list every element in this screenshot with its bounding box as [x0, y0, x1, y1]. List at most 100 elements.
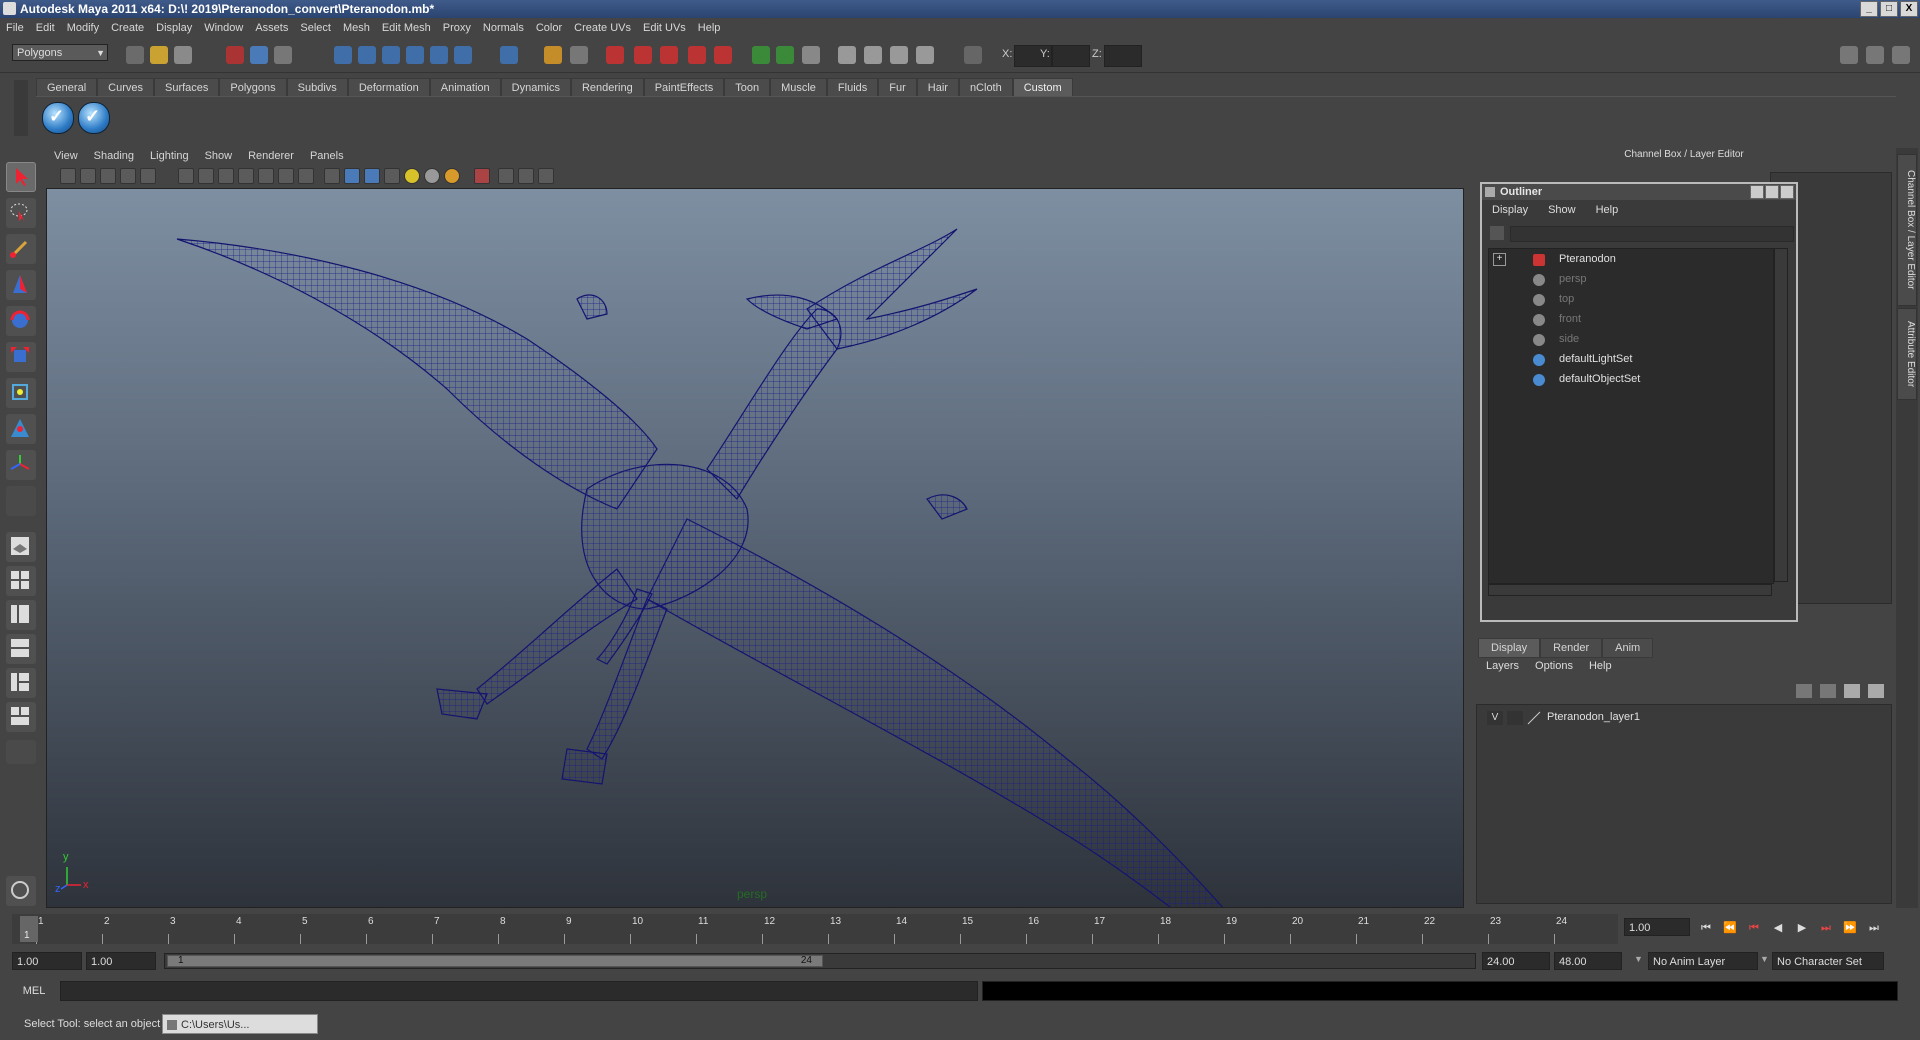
go-to-end-icon[interactable]: ⏭ [1866, 920, 1882, 936]
playback-start-field[interactable]: 1.00 [86, 952, 156, 970]
snap-curve-icon[interactable] [358, 46, 376, 64]
menu-file[interactable]: File [0, 22, 30, 34]
lock-icon[interactable] [544, 46, 562, 64]
menu-mesh[interactable]: Mesh [337, 22, 376, 34]
resolution-gate-icon[interactable] [218, 168, 234, 184]
menu-window[interactable]: Window [198, 22, 249, 34]
shelf-tab-dynamics[interactable]: Dynamics [500, 78, 571, 97]
shelf-tab-toon[interactable]: Toon [724, 78, 771, 97]
universal-manipulator-tool[interactable] [6, 378, 36, 408]
maximize-button[interactable]: □ [1880, 1, 1898, 17]
chevron-down-icon[interactable]: ▼ [1760, 954, 1769, 964]
menu-create-uvs[interactable]: Create UVs [568, 22, 637, 34]
snap-magnet-view-icon[interactable] [688, 46, 706, 64]
panel-menu-lighting[interactable]: Lighting [142, 150, 197, 162]
layer-tab-display[interactable]: Display [1478, 638, 1541, 658]
outliner-close-button[interactable] [1780, 185, 1794, 199]
isolate-select-icon[interactable] [474, 168, 490, 184]
textured-icon[interactable] [384, 168, 400, 184]
snap-plane-icon[interactable] [406, 46, 424, 64]
panel-menu-renderer[interactable]: Renderer [240, 150, 302, 162]
outliner-vertical-scrollbar[interactable] [1774, 248, 1788, 582]
shelf-tab-general[interactable]: General [36, 78, 98, 97]
side-tab-attribute-editor[interactable]: Attribute Editor [1897, 308, 1917, 400]
layer-tab-render[interactable]: Render [1540, 638, 1603, 658]
shelf-tab-subdivs[interactable]: Subdivs [286, 78, 348, 97]
anim-layer-dropdown[interactable]: No Anim Layer [1648, 952, 1758, 970]
step-back-frame-icon[interactable]: ⏪ [1722, 920, 1738, 936]
shelf-tab-hair[interactable]: Hair [916, 78, 959, 97]
layer-tab-anim[interactable]: Anim [1602, 638, 1654, 658]
wireframe-icon[interactable] [324, 168, 340, 184]
open-scene-icon[interactable] [150, 46, 168, 64]
camera-select-icon[interactable] [60, 168, 76, 184]
snap-magnet-live-icon[interactable] [714, 46, 732, 64]
layer-row[interactable]: V Pteranodon_layer1 [1477, 709, 1891, 727]
menu-select[interactable]: Select [294, 22, 337, 34]
menu-set-dropdown[interactable]: Polygons ▼ [12, 44, 108, 61]
custom-check-button-2[interactable]: ✓ [78, 102, 110, 134]
menu-modify[interactable]: Modify [61, 22, 105, 34]
layout-hypershade-outliner[interactable] [6, 668, 36, 698]
soft-modification-tool[interactable] [6, 414, 36, 444]
character-set-dropdown[interactable]: No Character Set [1772, 952, 1884, 970]
select-hierarchy-icon[interactable] [226, 46, 244, 64]
scale-tool[interactable] [6, 342, 36, 372]
menu-proxy[interactable]: Proxy [437, 22, 477, 34]
range-slider-thumb[interactable]: 1 24 [167, 955, 823, 967]
select-component-icon[interactable] [274, 46, 292, 64]
last-tool-slot[interactable] [6, 486, 36, 516]
image-plane-icon[interactable] [120, 168, 136, 184]
use-all-lights-icon[interactable] [404, 168, 420, 184]
shelf-tab-fur[interactable]: Fur [878, 78, 917, 97]
layout-persp-trax[interactable] [6, 702, 36, 732]
outliner-item-front[interactable]: front [1489, 311, 1773, 329]
panel-menu-shading[interactable]: Shading [86, 150, 142, 162]
side-tab-channel-box[interactable]: Channel Box / Layer Editor [1897, 154, 1917, 306]
layout-single-perspective[interactable] [6, 532, 36, 562]
ipr-render-icon[interactable] [776, 46, 794, 64]
layer-menu-layers[interactable]: Layers [1478, 660, 1527, 676]
menu-assets[interactable]: Assets [249, 22, 294, 34]
animation-start-field[interactable]: 1.00 [12, 952, 82, 970]
current-time-marker[interactable]: 1 [20, 916, 38, 942]
shelf-tab-curves[interactable]: Curves [97, 78, 154, 97]
shelf-tab-animation[interactable]: Animation [429, 78, 501, 97]
show-manipulator-tool[interactable] [6, 450, 36, 480]
magnet-icon[interactable] [606, 46, 624, 64]
script-language-button[interactable]: MEL [12, 980, 56, 1002]
xray-components-icon[interactable] [538, 168, 554, 184]
outliner-item-side[interactable]: side [1489, 331, 1773, 349]
gate-mask-icon[interactable] [238, 168, 254, 184]
shelf-tab-custom[interactable]: Custom [1012, 78, 1073, 97]
field-chart-icon[interactable] [258, 168, 274, 184]
current-frame-field[interactable]: 1.00 [1624, 918, 1690, 936]
minimized-window-tab[interactable]: C:\Users\Us... [162, 1014, 318, 1034]
shadows-icon[interactable] [424, 168, 440, 184]
snap-point-icon[interactable] [382, 46, 400, 64]
time-slider[interactable]: 1 2 3 4 5 6 7 8 9 10 11 12 13 14 15 16 17 18 19 20 21 22 23 24 … [12, 914, 1618, 944]
step-forward-frame-icon[interactable]: ⏩ [1842, 920, 1858, 936]
shelf-tab-fluids[interactable]: Fluids [826, 78, 879, 97]
select-tool[interactable] [6, 162, 36, 192]
shelf-tab-painteffects[interactable]: PaintEffects [643, 78, 725, 97]
move-layer-down-icon[interactable] [1820, 684, 1836, 698]
shelf-tab-rendering[interactable]: Rendering [570, 78, 644, 97]
quick-layout-icon[interactable] [6, 876, 36, 906]
outliner-maximize-button[interactable] [1765, 185, 1779, 199]
input-output-icon[interactable] [570, 46, 588, 64]
safe-action-icon[interactable] [278, 168, 294, 184]
outliner-item-top[interactable]: top [1489, 291, 1773, 309]
shelf-tab-ncloth[interactable]: nCloth [958, 78, 1013, 97]
film-gate-icon[interactable] [198, 168, 214, 184]
outliner-menu-help[interactable]: Help [1586, 204, 1629, 220]
menu-help[interactable]: Help [692, 22, 727, 34]
shelf-tab-deformation[interactable]: Deformation [347, 78, 430, 97]
menu-normals[interactable]: Normals [477, 22, 530, 34]
xray-icon[interactable] [498, 168, 514, 184]
snap-grid-icon[interactable] [334, 46, 352, 64]
menu-display[interactable]: Display [150, 22, 198, 34]
menu-edit-mesh[interactable]: Edit Mesh [376, 22, 437, 34]
layer-display-type-toggle[interactable] [1507, 711, 1523, 725]
move-tool[interactable] [6, 270, 36, 300]
